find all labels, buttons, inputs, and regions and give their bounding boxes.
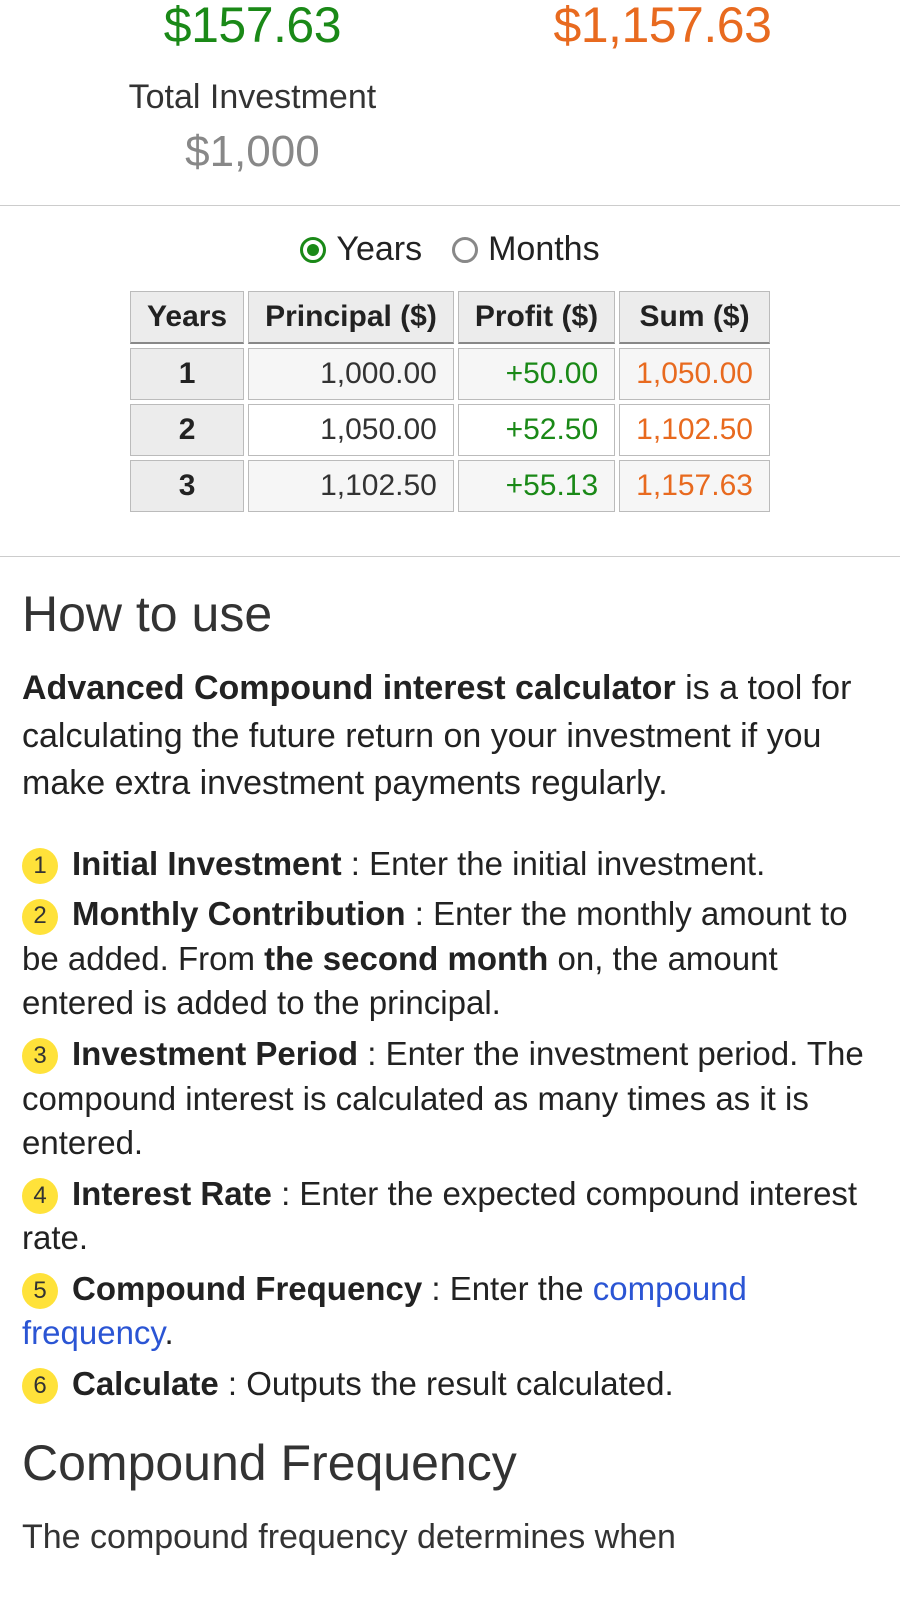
step-body: : Outputs the result calculated. bbox=[219, 1365, 674, 1402]
step-term: Compound Frequency bbox=[72, 1270, 422, 1307]
step-body-pre: : Enter the bbox=[422, 1270, 593, 1307]
table-row: 1 1,000.00 +50.00 1,050.00 bbox=[130, 348, 770, 400]
step-4: 4Interest Rate : Enter the expected comp… bbox=[22, 1172, 878, 1261]
period-toggle: Years Months bbox=[0, 230, 900, 269]
step-3: 3Investment Period : Enter the investmen… bbox=[22, 1032, 878, 1166]
divider bbox=[0, 556, 900, 557]
radio-years[interactable]: Years bbox=[300, 230, 422, 269]
step-list: 1 Initial Investment : Enter the initial … bbox=[22, 842, 878, 1407]
cell-principal: 1,000.00 bbox=[248, 348, 454, 400]
step-5: 5Compound Frequency : Enter the compound… bbox=[22, 1267, 878, 1356]
radio-icon bbox=[452, 237, 478, 263]
cell-principal: 1,050.00 bbox=[248, 404, 454, 456]
step-emphasis: the second month bbox=[264, 940, 548, 977]
step-2: 2Monthly Contribution : Enter the monthl… bbox=[22, 892, 878, 1026]
radio-years-label: Years bbox=[336, 230, 422, 269]
step-bullet-icon: 6 bbox=[22, 1368, 58, 1404]
profit-total-value: $157.63 bbox=[129, 0, 377, 50]
step-bullet-icon: 3 bbox=[22, 1038, 58, 1074]
step-bullet-icon: 4 bbox=[22, 1178, 58, 1214]
how-to-use-title: How to use bbox=[22, 585, 878, 643]
step-bullet-icon: 2 bbox=[22, 899, 58, 935]
results-table: Years Principal ($) Profit ($) Sum ($) 1… bbox=[126, 287, 774, 516]
table-row: 2 1,050.00 +52.50 1,102.50 bbox=[130, 404, 770, 456]
cell-sum: 1,157.63 bbox=[619, 460, 770, 512]
header-sum: Sum ($) bbox=[619, 291, 770, 344]
total-investment-value: $1,000 bbox=[129, 127, 377, 177]
header-profit: Profit ($) bbox=[458, 291, 615, 344]
radio-icon bbox=[300, 237, 326, 263]
divider bbox=[0, 205, 900, 206]
step-bullet-icon: 5 bbox=[22, 1273, 58, 1309]
header-principal: Principal ($) bbox=[248, 291, 454, 344]
step-body-post: . bbox=[164, 1314, 173, 1351]
compound-frequency-truncated-text: The compound frequency determines when bbox=[22, 1514, 878, 1562]
summary-left-col: $157.63 Total Investment $1,000 bbox=[129, 0, 377, 177]
step-term: Investment Period bbox=[72, 1035, 358, 1072]
intro-bold: Advanced Compound interest calculator bbox=[22, 669, 676, 707]
cell-period: 2 bbox=[130, 404, 244, 456]
cell-period: 1 bbox=[130, 348, 244, 400]
step-term: Interest Rate bbox=[72, 1175, 272, 1212]
header-period: Years bbox=[130, 291, 244, 344]
compound-frequency-title: Compound Frequency bbox=[22, 1434, 878, 1492]
step-term: Calculate bbox=[72, 1365, 219, 1402]
step-body: : Enter the initial investment. bbox=[342, 845, 766, 882]
cell-sum: 1,050.00 bbox=[619, 348, 770, 400]
cell-profit: +55.13 bbox=[458, 460, 615, 512]
summary-right-col: $1,157.63 bbox=[553, 0, 771, 177]
table-header-row: Years Principal ($) Profit ($) Sum ($) bbox=[130, 291, 770, 344]
cell-profit: +52.50 bbox=[458, 404, 615, 456]
step-term: Monthly Contribution bbox=[72, 895, 406, 932]
table-row: 3 1,102.50 +55.13 1,157.63 bbox=[130, 460, 770, 512]
total-investment-label: Total Investment bbox=[129, 78, 377, 117]
cell-period: 3 bbox=[130, 460, 244, 512]
radio-months[interactable]: Months bbox=[452, 230, 600, 269]
summary-row: $157.63 Total Investment $1,000 $1,157.6… bbox=[0, 0, 900, 177]
cell-sum: 1,102.50 bbox=[619, 404, 770, 456]
step-term: Initial Investment bbox=[72, 845, 342, 882]
sum-total-value: $1,157.63 bbox=[553, 0, 771, 50]
cell-profit: +50.00 bbox=[458, 348, 615, 400]
step-6: 6 Calculate : Outputs the result calculat… bbox=[22, 1362, 878, 1407]
step-bullet-icon: 1 bbox=[22, 848, 58, 884]
radio-months-label: Months bbox=[488, 230, 600, 269]
how-to-use-intro: Advanced Compound interest calculator is… bbox=[22, 665, 878, 808]
cell-principal: 1,102.50 bbox=[248, 460, 454, 512]
step-1: 1 Initial Investment : Enter the initial … bbox=[22, 842, 878, 887]
